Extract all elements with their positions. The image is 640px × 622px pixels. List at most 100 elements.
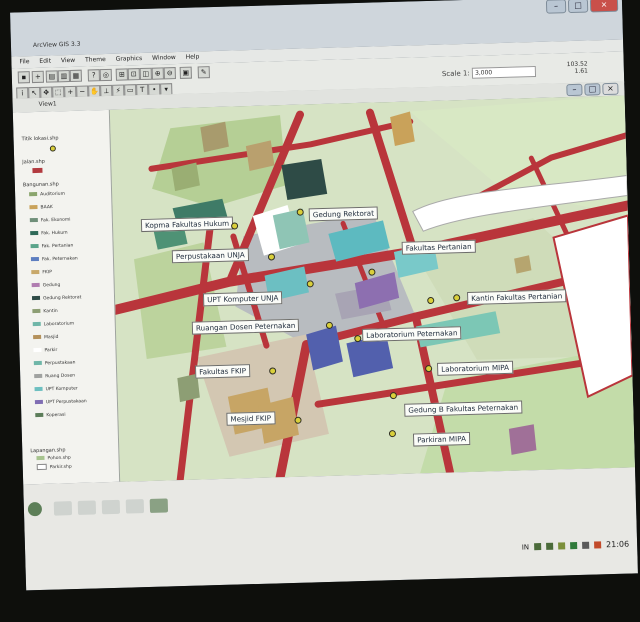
add-theme-icon[interactable]: + <box>31 70 45 84</box>
taskbar-app-icon[interactable] <box>101 499 121 515</box>
minimize-button[interactable]: – <box>545 0 567 14</box>
menu-window[interactable]: Window <box>152 54 176 62</box>
legend-editor-icon[interactable]: ▥ <box>57 70 71 83</box>
legend-swatch-icon <box>33 347 42 353</box>
legend-item: Perpustakaan <box>33 360 76 367</box>
table-of-contents: Titik lokasi.shp Jalan.shp Bangunan.shp … <box>12 109 121 485</box>
system-tray: IN 21:06 <box>522 540 630 552</box>
table-icon[interactable]: ▦ <box>69 69 83 83</box>
legend-item: Gedung Rektorat <box>31 295 81 302</box>
legend-item: Parkir <box>33 347 57 353</box>
legend-item: BAAK <box>29 204 53 211</box>
legend-item-label: FKIP <box>42 270 52 276</box>
legend-item-label: Kantin <box>43 308 58 315</box>
legend-swatch-icon <box>29 217 38 223</box>
query-icon[interactable]: ? <box>87 69 100 82</box>
legend-swatch-icon <box>33 334 42 340</box>
legend-item: UPT Komputer <box>34 386 78 393</box>
start-button[interactable] <box>27 501 43 517</box>
theme-titik-lokasi[interactable]: Titik lokasi.shp <box>22 135 59 142</box>
legend-swatch-icon <box>32 308 41 314</box>
legend-item: Gedung <box>31 282 60 288</box>
close-button[interactable]: × <box>589 0 619 13</box>
legend-swatch-icon <box>29 204 38 210</box>
properties-icon[interactable]: ▤ <box>45 70 59 83</box>
menu-graphics[interactable]: Graphics <box>116 55 143 63</box>
taskbar-app-icon[interactable] <box>77 500 97 515</box>
theme-jalan[interactable]: Jalan.shp <box>22 159 45 166</box>
legend-item-label: Koperasi <box>46 412 66 419</box>
legend-swatch-icon <box>30 230 39 236</box>
map-label-lab-mipa: Laboratorium MIPA <box>436 360 514 376</box>
legend-item-label: Parkir <box>44 347 58 354</box>
zoom-full-icon[interactable]: ⊞ <box>115 68 128 81</box>
menu-edit[interactable]: Edit <box>39 58 51 65</box>
legend-item: Laboratorium <box>32 321 74 328</box>
map-label-upt-komputer: UPT Komputer UNJA <box>202 291 283 307</box>
zoom-out-icon[interactable]: ⊖ <box>163 67 176 80</box>
zoom-in-icon[interactable]: ⊕ <box>151 67 164 80</box>
legend-item: Fak. Hukum <box>30 230 68 237</box>
map-label-kopma: Kopma Fakultas Hukum <box>140 216 234 233</box>
window-controls: – □ × <box>545 0 619 14</box>
volume-icon[interactable] <box>581 541 590 549</box>
zoom-theme-icon[interactable]: ⊡ <box>127 68 140 81</box>
taskbar-arcview-icon[interactable] <box>149 498 169 513</box>
menu-help[interactable]: Help <box>186 53 200 60</box>
monitor-screen: ArcView GIS 3.3 – □ × File Edit View The… <box>10 0 638 591</box>
legend-item: Fak. Ekonomi <box>29 217 71 224</box>
legend-item-label: Auditorium <box>40 191 66 198</box>
legend-item: Koperasi <box>35 412 66 419</box>
tray-icon[interactable] <box>557 542 566 550</box>
locate-icon[interactable]: ◎ <box>99 68 112 82</box>
legend-item-label: Fak. Peternakan <box>41 256 78 263</box>
tray-icon[interactable] <box>546 542 554 550</box>
network-icon[interactable] <box>569 542 578 550</box>
road-symbol-icon <box>32 167 43 174</box>
legend-item: Kantin <box>32 308 58 314</box>
clock[interactable]: 21:06 <box>606 540 629 550</box>
flag-icon[interactable] <box>593 541 602 549</box>
view-title: View1 <box>38 100 57 108</box>
menu-view[interactable]: View <box>61 57 75 64</box>
view-controls: – □ × <box>566 82 619 97</box>
legend-item-label: UPT Perpustakaan <box>45 399 87 406</box>
tray-icon[interactable] <box>534 543 542 551</box>
legend-item-label: Fak. Pertanian <box>41 243 74 250</box>
legend-item: Fak. Pertanian <box>30 243 74 250</box>
legend-item: Ruang Dosen <box>34 373 75 380</box>
map-label-perpustakaan: Perpustakaan UNJA <box>171 248 249 264</box>
taskbar-app-icon[interactable] <box>125 499 145 514</box>
map-label-parkiran: Parkiran MIPA <box>412 431 471 447</box>
view-minimize-button[interactable]: – <box>566 83 583 97</box>
legend-item-label: UPT Komputer <box>45 386 78 393</box>
view-close-button[interactable]: × <box>602 82 619 96</box>
menu-file[interactable]: File <box>19 58 29 65</box>
theme-lapangan[interactable]: Lapangan.shp <box>30 447 65 454</box>
legend-swatch-icon <box>34 373 43 379</box>
taskbar-app-icon[interactable] <box>53 501 73 516</box>
legend-item-label: BAAK <box>40 205 53 211</box>
legend-item: Parkir.shp <box>36 463 72 471</box>
legend-item: Fak. Peternakan <box>30 256 78 263</box>
view-maximize-button[interactable]: □ <box>584 83 601 96</box>
legend-item-label: Ruang Dosen <box>45 373 76 380</box>
legend-item-label: Masjid <box>44 334 59 341</box>
legend-item-label: Parkir.shp <box>49 464 72 471</box>
select-features-icon[interactable]: ▣ <box>179 66 192 79</box>
menu-theme[interactable]: Theme <box>85 56 106 64</box>
maximize-button[interactable]: □ <box>567 0 589 14</box>
zoom-select-icon[interactable]: ◫ <box>139 67 152 81</box>
legend-item-label: Pohon.shp <box>47 455 71 462</box>
save-icon[interactable]: ▪ <box>17 71 31 84</box>
legend-item: FKIP <box>31 269 52 276</box>
legend-swatch-icon <box>35 412 44 418</box>
theme-bangunan[interactable]: Bangunan.shp <box>23 181 59 188</box>
language-indicator[interactable]: IN <box>522 543 530 551</box>
legend-swatch-icon <box>31 295 41 301</box>
map-view[interactable]: Kopma Fakultas Hukum Gedung Rektorat Per… <box>109 95 635 482</box>
legend-swatch-icon <box>33 360 42 366</box>
map-label-mesjid: Mesjid FKIP <box>226 411 276 426</box>
legend-item: Auditorium <box>29 191 65 197</box>
help-icon[interactable]: ✎ <box>197 66 210 79</box>
